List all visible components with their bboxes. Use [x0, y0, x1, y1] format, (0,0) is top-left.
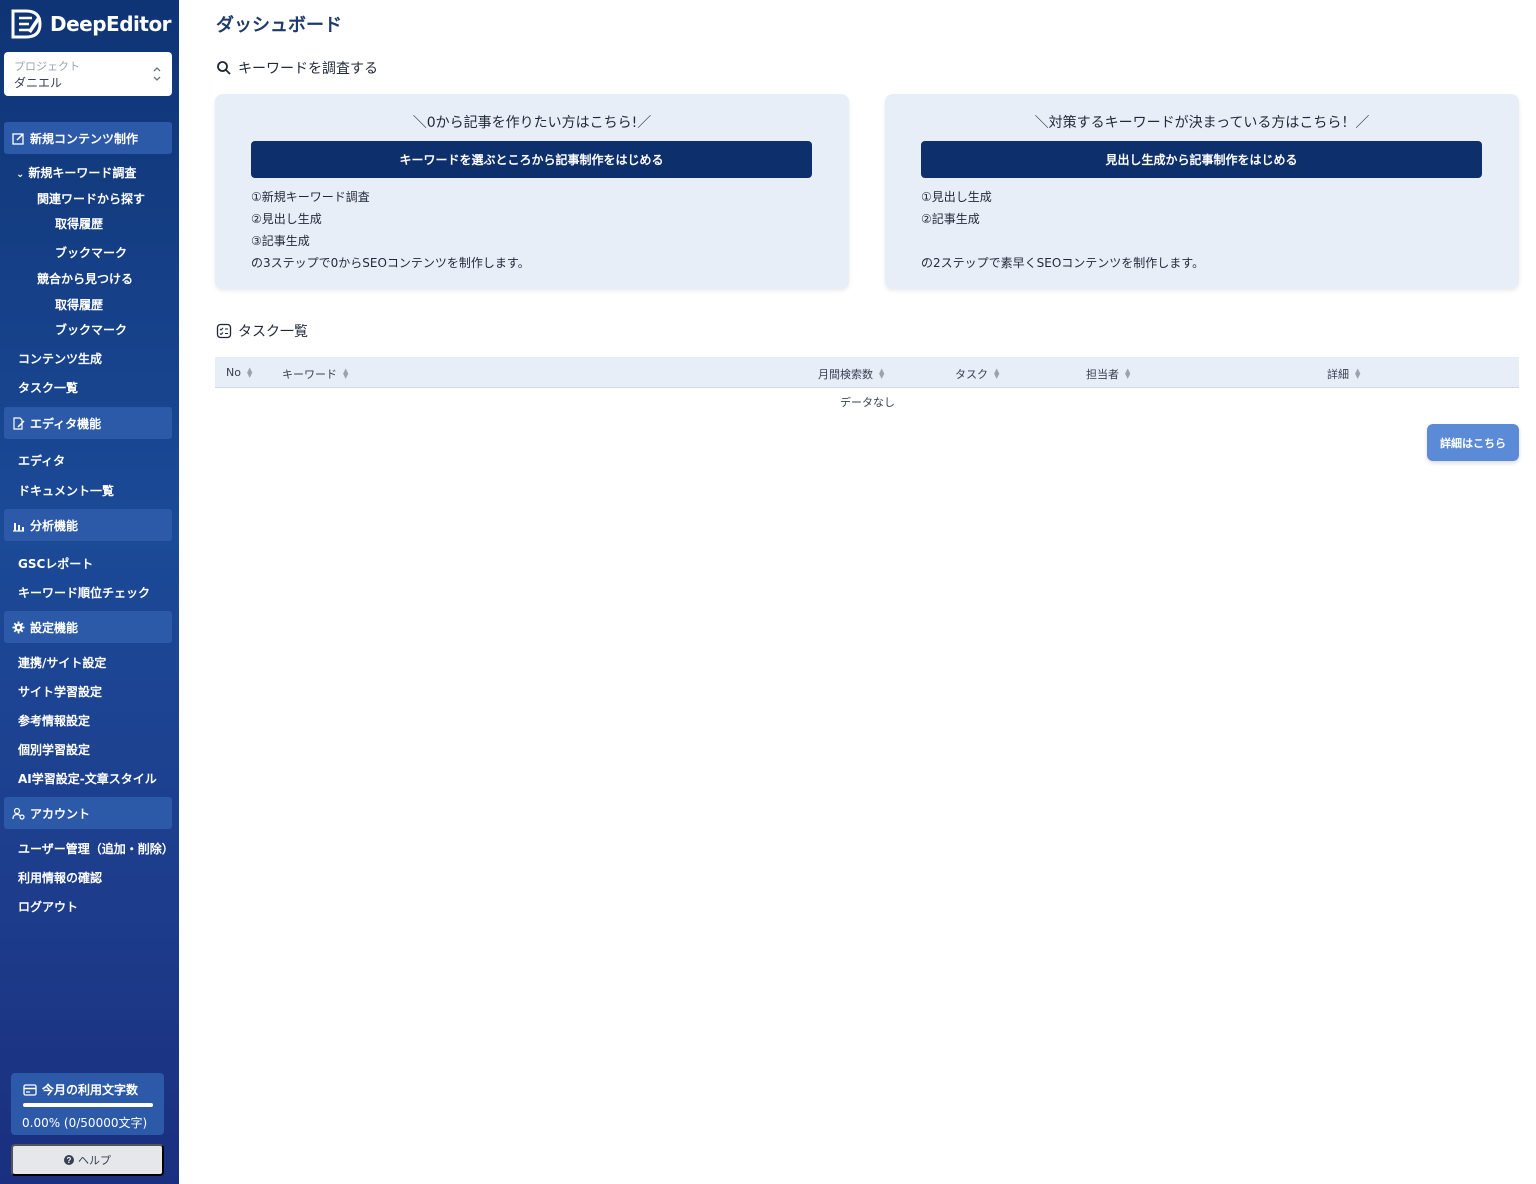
sidebar-item-integration[interactable]: 連携/サイト設定: [18, 654, 106, 671]
question-icon: ?: [64, 1155, 74, 1165]
column-header-monthly-volume[interactable]: 月間検索数 ▲ ▼: [818, 366, 884, 382]
table-empty-text: データなし: [840, 396, 895, 409]
chevron-down-icon: ⌄: [16, 169, 25, 180]
sidebar-item-rank-check[interactable]: キーワード順位チェック: [18, 584, 150, 601]
sort-icon: ▲ ▼: [879, 367, 885, 380]
sidebar-section-label: 設定機能: [30, 620, 79, 635]
help-button[interactable]: ? ヘルプ: [11, 1144, 164, 1176]
keyword-section-heading: キーワードを調査する: [216, 58, 378, 78]
task-table-header: No ▲ ▼ キーワード ▲ ▼ 月間検索数 ▲ ▼ タスク ▲ ▼ 担当者 ▲ ▼ 詳細 ▲ ▼: [215, 357, 1519, 388]
column-header-task[interactable]: タスク ▲ ▼: [955, 366, 999, 382]
sidebar-section-content[interactable]: 新規コンテンツ制作: [4, 122, 172, 154]
sidebar: DeepEditor プロジェクト ダニエル 新規コンテンツ制作 ⌄ 新規キーワー…: [0, 0, 179, 1184]
sidebar-item-usage-info[interactable]: 利用情報の確認: [18, 869, 102, 886]
card-step: ①新規キーワード調査: [251, 190, 370, 204]
card-step: ①見出し生成: [921, 190, 992, 204]
sidebar-item-competitor-history[interactable]: 取得履歴: [55, 296, 103, 313]
usage-text: 0.00% (0/50000文字): [22, 1116, 148, 1130]
card-step: ③記事生成: [251, 234, 310, 248]
column-label: キーワード: [282, 368, 337, 381]
help-label: ヘルプ: [78, 1155, 111, 1167]
usage-title-label: 今月の利用文字数: [42, 1083, 139, 1097]
deepeditor-logo-icon: [11, 9, 42, 39]
usage-panel: 今月の利用文字数 0.00% (0/50000文字): [11, 1073, 164, 1135]
document-edit-icon: [12, 416, 25, 430]
sort-icon: ▲ ▼: [994, 367, 1000, 380]
column-label: 月間検索数: [818, 368, 873, 381]
checklist-icon: [216, 323, 232, 339]
sidebar-item-label: 新規キーワード調査: [28, 166, 137, 180]
sidebar-item-content-generation[interactable]: コンテンツ生成: [18, 350, 102, 367]
start-from-headings-button[interactable]: 見出し生成から記事制作をはじめる: [921, 141, 1482, 178]
project-name: ダニエル: [14, 76, 63, 90]
sidebar-item-related-history[interactable]: 取得履歴: [55, 215, 103, 232]
sidebar-item-individual-learning[interactable]: 個別学習設定: [18, 741, 90, 758]
search-icon: [217, 61, 231, 75]
task-section-heading: タスク一覧: [216, 321, 308, 341]
sidebar-item-related-search[interactable]: 関連ワードから探す: [37, 190, 145, 207]
start-from-keyword-button[interactable]: キーワードを選ぶところから記事制作をはじめる: [251, 141, 812, 178]
column-header-no[interactable]: No ▲ ▼: [226, 366, 252, 379]
sidebar-section-label: アカウント: [30, 806, 91, 821]
sidebar-item-competitor-search[interactable]: 競合から見つける: [37, 270, 133, 287]
sidebar-section-editor[interactable]: エディタ機能: [4, 407, 172, 439]
sidebar-section-label: 新規コンテンツ制作: [30, 131, 139, 146]
sidebar-section-settings[interactable]: 設定機能: [4, 611, 172, 643]
task-section-label: タスク一覧: [238, 324, 308, 340]
keyword-section-label: キーワードを調査する: [238, 61, 378, 77]
sidebar-item-task-list[interactable]: タスク一覧: [18, 379, 78, 396]
card-heading: ＼0から記事を作りたい方はこちら!／: [412, 115, 652, 131]
column-label: 詳細: [1327, 368, 1349, 381]
sidebar-item-site-learning[interactable]: サイト学習設定: [18, 683, 102, 700]
sidebar-item-editor[interactable]: エディタ: [18, 452, 65, 469]
sidebar-item-reference[interactable]: 参考情報設定: [18, 712, 90, 729]
sort-icon: ▲ ▼: [1125, 367, 1131, 380]
start-from-headings-card: ＼対策するキーワードが決まっている方はこちら！／ 見出し生成から記事制作をはじめ…: [885, 94, 1519, 289]
sidebar-item-related-bookmark[interactable]: ブックマーク: [55, 244, 127, 261]
project-label: プロジェクト: [14, 60, 80, 73]
column-header-details[interactable]: 詳細 ▲ ▼: [1327, 366, 1360, 382]
card-description: の2ステップで素早くSEOコンテンツを制作します。: [921, 256, 1205, 270]
column-label: No: [226, 366, 241, 379]
gear-icon: [12, 621, 25, 634]
sidebar-item-user-management[interactable]: ユーザー管理（追加・削除）: [18, 840, 174, 857]
page-title: ダッシュボード: [216, 15, 342, 36]
sidebar-section-label: エディタ機能: [30, 416, 102, 431]
app-logo[interactable]: DeepEditor: [10, 8, 172, 40]
card-step: ②見出し生成: [251, 212, 322, 226]
project-selector[interactable]: プロジェクト ダニエル: [4, 52, 172, 96]
details-button[interactable]: 詳細はこちら: [1427, 424, 1519, 461]
card-heading: ＼対策するキーワードが決まっている方はこちら！／: [1034, 115, 1370, 131]
app-name: DeepEditor: [50, 12, 172, 36]
sidebar-item-logout[interactable]: ログアウト: [18, 898, 78, 915]
edit-square-icon: [12, 132, 25, 145]
sort-icon: ▲ ▼: [343, 367, 349, 380]
sidebar-item-gsc-report[interactable]: GSCレポート: [18, 555, 93, 572]
sidebar-section-analysis[interactable]: 分析機能: [4, 509, 172, 541]
sidebar-section-label: 分析機能: [30, 518, 79, 533]
sidebar-item-ai-style[interactable]: AI学習設定-文章スタイル: [18, 770, 157, 787]
bar-chart-icon: [12, 519, 25, 532]
column-header-assignee[interactable]: 担当者 ▲ ▼: [1086, 366, 1130, 382]
sidebar-item-documents[interactable]: ドキュメント一覧: [18, 482, 114, 499]
card-step: ②記事生成: [921, 212, 980, 226]
column-header-keyword[interactable]: キーワード ▲ ▼: [282, 366, 348, 382]
sidebar-item-competitor-bookmark[interactable]: ブックマーク: [55, 321, 127, 338]
usage-title: 今月の利用文字数: [23, 1081, 138, 1098]
sidebar-section-account[interactable]: アカウント: [4, 797, 172, 829]
sidebar-item-keyword-research[interactable]: ⌄ 新規キーワード調査: [16, 164, 136, 181]
card-description: の3ステップで0からSEOコンテンツを制作します。: [251, 256, 530, 270]
card-icon: [23, 1083, 37, 1096]
column-label: タスク: [955, 368, 988, 381]
start-from-keyword-card: ＼0から記事を作りたい方はこちら!／ キーワードを選ぶところから記事制作をはじめ…: [215, 94, 849, 289]
usage-progress-bar: [23, 1103, 153, 1107]
column-label: 担当者: [1086, 368, 1119, 381]
chevron-up-down-icon: [153, 67, 161, 81]
sort-icon: ▲ ▼: [1355, 367, 1361, 380]
sort-icon: ▲ ▼: [246, 365, 253, 379]
user-settings-icon: [12, 807, 25, 820]
